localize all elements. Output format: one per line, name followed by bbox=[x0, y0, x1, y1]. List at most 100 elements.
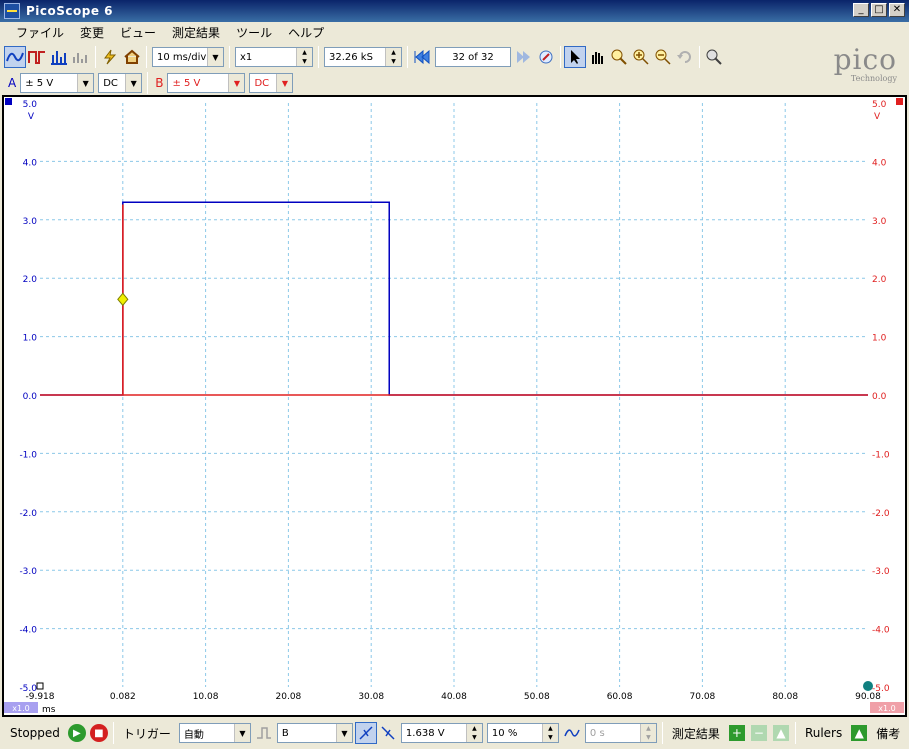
channel-a-coupling-select[interactable]: DC ▼ bbox=[98, 73, 143, 93]
channel-b-axis-marker[interactable] bbox=[896, 98, 903, 105]
scope-chart[interactable]: 5.04.03.02.01.00.0-1.0-2.0-3.0-4.0-5.05.… bbox=[4, 97, 905, 715]
timebase-select[interactable]: 10 ms/div ▼ bbox=[152, 47, 224, 67]
status-bar: Stopped ▶ ■ トリガー 自動 ▼ B ▼ 1.638 V ▲ ▼ 10 … bbox=[0, 720, 909, 746]
hand-pan-icon[interactable] bbox=[586, 46, 608, 68]
time-ruler-handle[interactable] bbox=[36, 682, 44, 690]
chevron-down-icon: ▼ bbox=[207, 48, 223, 66]
spin-arrows-icon[interactable]: ▲ ▼ bbox=[639, 724, 656, 742]
menu-tools[interactable]: ツール bbox=[228, 24, 280, 41]
chevron-down-icon: ▼ bbox=[276, 74, 293, 92]
zoom-stepper[interactable]: x1 ▲ ▼ bbox=[235, 47, 313, 67]
zoom-overview-icon[interactable] bbox=[703, 46, 725, 68]
trigger-mode-select[interactable]: 自動 ▼ bbox=[178, 723, 251, 743]
x-tick-label: 40.08 bbox=[441, 692, 467, 702]
channel-a-range-select[interactable]: ± 5 V ▼ bbox=[20, 73, 95, 93]
close-button[interactable]: ✕ bbox=[889, 3, 905, 17]
advanced-trigger-icon[interactable] bbox=[253, 722, 275, 744]
stop-icon[interactable]: ■ bbox=[89, 724, 108, 742]
spin-arrows-icon[interactable]: ▲ ▼ bbox=[385, 48, 401, 66]
spectrum-mode-icon[interactable] bbox=[48, 46, 70, 68]
channel-a-label[interactable]: A bbox=[8, 76, 16, 90]
toolbar-separator bbox=[794, 722, 796, 744]
zoom-region-icon[interactable] bbox=[608, 46, 630, 68]
toolbar-separator bbox=[146, 46, 147, 68]
persistence-mode-icon[interactable] bbox=[26, 46, 48, 68]
view-layout-icon[interactable] bbox=[70, 46, 92, 68]
maximize-button[interactable]: □ bbox=[871, 3, 887, 17]
select-pointer-icon[interactable] bbox=[564, 46, 586, 68]
home-icon[interactable] bbox=[121, 46, 143, 68]
channel-b-label[interactable]: B bbox=[155, 76, 163, 90]
channel-a-axis-marker[interactable] bbox=[5, 98, 12, 105]
window-title: PicoScope 6 bbox=[26, 4, 114, 18]
x-unit-label: ms bbox=[42, 705, 56, 715]
channel-b-coupling-select[interactable]: DC ▼ bbox=[249, 73, 294, 93]
scope-view[interactable]: 5.0 4.0 3.0 2.0 1.0 0.0 -1.0 -2.0 -3.0 -4.0 -5.0 5.… bbox=[2, 95, 907, 717]
chevron-down-icon: ▼ bbox=[228, 74, 245, 92]
ruler-handle[interactable] bbox=[863, 681, 873, 691]
zoom-out-icon[interactable] bbox=[652, 46, 674, 68]
menu-bar: ファイル 変更 ビュー 測定結果 ツール ヘルプ bbox=[0, 22, 909, 42]
buffer-navigator-icon[interactable] bbox=[535, 46, 557, 68]
spin-arrows-icon[interactable]: ▲ ▼ bbox=[541, 724, 558, 742]
x-tick-label: 90.08 bbox=[855, 692, 881, 702]
notes-label[interactable]: 備考 bbox=[876, 725, 900, 742]
x-tick-label: 10.08 bbox=[193, 692, 219, 702]
window-controls: _ □ ✕ bbox=[853, 3, 905, 17]
left-scale-badge[interactable]: x1.0 bbox=[12, 704, 29, 713]
menu-file[interactable]: ファイル bbox=[8, 24, 72, 41]
toolbar-separator bbox=[147, 72, 149, 94]
x-tick-label: 80.08 bbox=[772, 692, 798, 702]
channel-b-range-select[interactable]: ± 5 V ▼ bbox=[167, 73, 246, 93]
rulers-icon[interactable]: ▲ bbox=[851, 725, 868, 741]
first-buffer-icon[interactable] bbox=[411, 46, 433, 68]
run-state: Stopped bbox=[10, 726, 60, 740]
edit-measurement-icon[interactable]: ▲ bbox=[772, 725, 789, 741]
rulers-label[interactable]: Rulers bbox=[805, 726, 842, 740]
y-tick-label-left: -1.0 bbox=[19, 450, 37, 460]
probe-icon[interactable] bbox=[99, 46, 121, 68]
samples-stepper[interactable]: 32.26 kS ▲ ▼ bbox=[324, 47, 402, 67]
trigger-level-stepper[interactable]: 1.638 V ▲ ▼ bbox=[400, 723, 483, 743]
add-measurement-icon[interactable]: + bbox=[728, 725, 745, 741]
x-tick-label: 30.08 bbox=[358, 692, 384, 702]
y-tick-label-left: -2.0 bbox=[19, 509, 37, 519]
trigger-label: トリガー bbox=[122, 726, 171, 741]
toolbar-separator bbox=[318, 46, 319, 68]
next-buffer-icon[interactable] bbox=[513, 46, 535, 68]
trigger-source-select[interactable]: B ▼ bbox=[276, 723, 353, 743]
y-tick-label-right: 4.0 bbox=[872, 158, 887, 168]
right-scale-badge[interactable]: x1.0 bbox=[878, 704, 895, 713]
pretrigger-value: 10 % bbox=[491, 727, 518, 739]
minimize-button[interactable]: _ bbox=[853, 3, 869, 17]
channel-b-coupling-value: DC bbox=[254, 77, 270, 89]
post-trigger-delay-icon[interactable] bbox=[561, 722, 583, 744]
menu-measurements[interactable]: 測定結果 bbox=[164, 24, 228, 41]
falling-edge-icon[interactable] bbox=[377, 722, 399, 744]
rising-edge-icon[interactable] bbox=[354, 722, 377, 744]
measurements-label: 測定結果 bbox=[671, 726, 720, 741]
buffer-navigator[interactable]: 32 of 32 bbox=[435, 47, 511, 67]
menu-edit[interactable]: 変更 bbox=[72, 24, 112, 41]
channel-a-coupling-value: DC bbox=[103, 77, 118, 89]
channel-b-range-value: ± 5 V bbox=[172, 77, 201, 89]
delete-measurement-icon[interactable]: − bbox=[750, 725, 767, 741]
scope-mode-icon[interactable] bbox=[4, 46, 26, 68]
start-icon[interactable]: ▶ bbox=[67, 724, 86, 742]
menu-view[interactable]: ビュー bbox=[112, 24, 164, 41]
channel-a-range-value: ± 5 V bbox=[25, 77, 54, 89]
trigger-mode-value: 自動 bbox=[183, 729, 204, 741]
toolbar-separator bbox=[699, 46, 700, 68]
menu-help[interactable]: ヘルプ bbox=[280, 24, 332, 41]
delay-stepper[interactable]: 0 s ▲ ▼ bbox=[584, 723, 657, 743]
y-tick-label-right: 1.0 bbox=[872, 334, 887, 344]
trigger-marker[interactable] bbox=[117, 292, 129, 307]
undo-zoom-icon[interactable] bbox=[674, 46, 696, 68]
spin-arrows-icon[interactable]: ▲ ▼ bbox=[296, 48, 312, 66]
zoom-in-icon[interactable] bbox=[630, 46, 652, 68]
pretrigger-stepper[interactable]: 10 % ▲ ▼ bbox=[486, 723, 559, 743]
y-tick-label-left: 4.0 bbox=[23, 158, 38, 168]
title-bar: PicoScope 6 _ □ ✕ bbox=[0, 0, 909, 22]
spin-arrows-icon[interactable]: ▲ ▼ bbox=[465, 724, 482, 742]
buffer-value: 32 of 32 bbox=[452, 51, 494, 63]
